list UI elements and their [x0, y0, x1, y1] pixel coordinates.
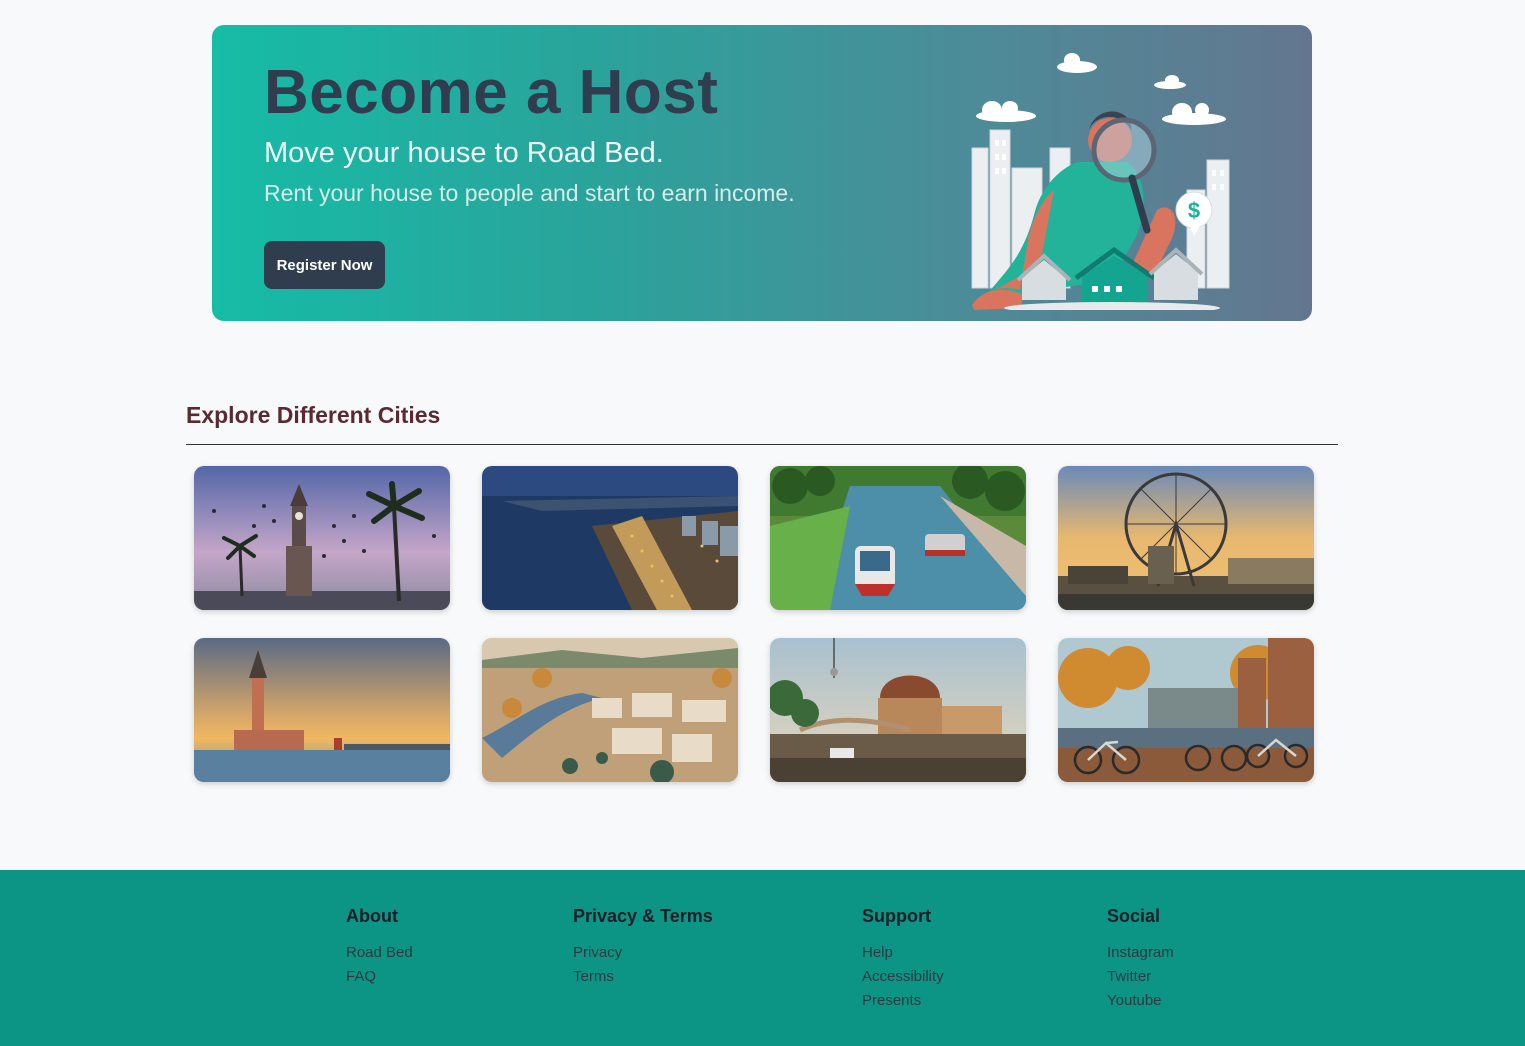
footer-column-about: About Road Bed FAQ — [346, 906, 413, 989]
city-image — [194, 638, 450, 782]
footer-link-privacy[interactable]: Privacy — [573, 941, 713, 965]
dollar-symbol: $ — [1188, 198, 1200, 223]
city-card-coastal-city[interactable] — [482, 466, 738, 610]
city-image — [1058, 638, 1314, 782]
footer-link-faq[interactable]: FAQ — [346, 965, 413, 989]
footer-column-social: Social Instagram Twitter Youtube — [1107, 906, 1174, 1013]
city-image — [194, 466, 450, 610]
section-divider — [186, 444, 1338, 445]
footer-link-instagram[interactable]: Instagram — [1107, 941, 1174, 965]
footer-link-twitter[interactable]: Twitter — [1107, 965, 1174, 989]
footer-link-accessibility[interactable]: Accessibility — [862, 965, 944, 989]
city-card-river-panorama[interactable] — [482, 638, 738, 782]
footer-heading-support: Support — [862, 906, 931, 926]
footer-link-road-bed[interactable]: Road Bed — [346, 941, 413, 965]
footer-heading-privacy-terms: Privacy & Terms — [573, 906, 713, 926]
footer-heading-social: Social — [1107, 906, 1161, 926]
footer-link-presents[interactable]: Presents — [862, 989, 944, 1013]
footer-link-help[interactable]: Help — [862, 941, 944, 965]
hero-title: Become a Host — [264, 58, 719, 127]
city-grid — [194, 466, 1314, 782]
city-card-canal-bicycles[interactable] — [1058, 638, 1314, 782]
become-host-banner: Become a Host Move your house to Road Be… — [212, 25, 1312, 321]
city-image — [1058, 466, 1314, 610]
city-image — [482, 466, 738, 610]
footer-column-privacy-terms: Privacy & Terms Privacy Terms — [573, 906, 713, 989]
city-image — [770, 466, 1026, 610]
city-card-clock-tower[interactable] — [194, 466, 450, 610]
city-image — [482, 638, 738, 782]
city-card-ferris-wheel[interactable] — [1058, 466, 1314, 610]
host-illustration: $ — [971, 53, 1230, 310]
footer-link-youtube[interactable]: Youtube — [1107, 989, 1174, 1013]
city-card-maiden-tower[interactable] — [194, 638, 450, 782]
city-card-museum-dome[interactable] — [770, 638, 1026, 782]
city-image — [770, 638, 1026, 782]
hero-description: Rent your house to people and start to e… — [264, 180, 795, 206]
footer-column-support: Support Help Accessibility Presents — [862, 906, 944, 1013]
register-now-button[interactable]: Register Now — [264, 241, 385, 289]
footer-heading-about: About — [346, 906, 398, 926]
site-footer: About Road Bed FAQ Privacy & Terms Priva… — [0, 870, 1525, 1046]
city-card-canal-boats[interactable] — [770, 466, 1026, 610]
footer-link-terms[interactable]: Terms — [573, 965, 713, 989]
hero-subtitle: Move your house to Road Bed. — [264, 137, 664, 169]
explore-cities-title: Explore Different Cities — [186, 402, 441, 428]
